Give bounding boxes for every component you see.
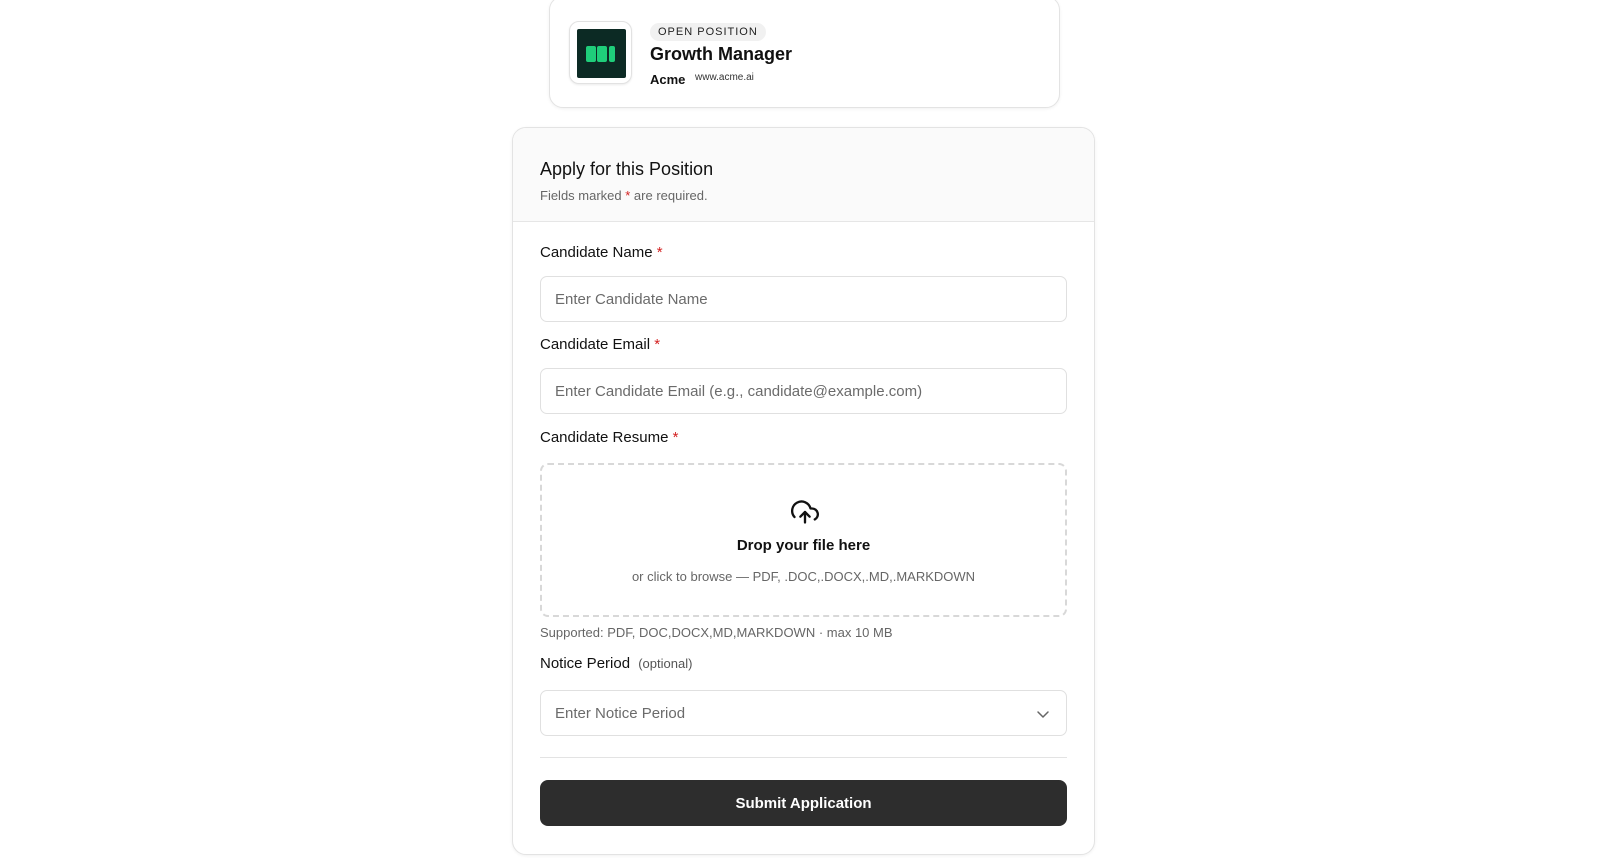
- application-form-card: Apply for this Position Fields marked * …: [512, 127, 1095, 855]
- candidate-email-input[interactable]: [540, 368, 1067, 414]
- company-logo-icon: [577, 29, 626, 78]
- candidate-email-label-text: Candidate Email: [540, 336, 651, 353]
- company-url[interactable]: www.acme.ai: [695, 72, 754, 83]
- form-divider: [540, 757, 1067, 758]
- submit-application-button[interactable]: Submit Application: [540, 780, 1067, 826]
- supported-formats-hint: Supported: PDF, DOC,DOCX,MD,MARKDOWN · m…: [540, 625, 893, 640]
- candidate-name-label-text: Candidate Name: [540, 244, 653, 261]
- candidate-name-input[interactable]: [540, 276, 1067, 322]
- required-marker: *: [672, 429, 679, 446]
- required-marker: *: [654, 336, 661, 353]
- notice-period-label: Notice Period (optional): [540, 655, 692, 672]
- upload-cloud-icon: [791, 500, 819, 524]
- company-logo: [569, 21, 632, 84]
- company-name: Acme: [650, 72, 686, 87]
- candidate-name-label: Candidate Name *: [540, 244, 663, 261]
- dropzone-subtitle: or click to browse — PDF, .DOC,.DOCX,.MD…: [631, 569, 976, 584]
- job-title: Growth Manager: [650, 44, 793, 64]
- dropzone-title: Drop your file here: [736, 537, 871, 554]
- notice-period-select[interactable]: Enter Notice Period: [540, 690, 1067, 736]
- optional-tag: (optional): [638, 656, 693, 671]
- notice-period-placeholder: Enter Notice Period: [555, 705, 686, 722]
- open-position-badge: OPEN POSITION: [650, 23, 766, 41]
- resume-dropzone[interactable]: Drop your file here or click to browse —…: [540, 463, 1067, 617]
- form-title: Apply for this Position: [540, 159, 714, 179]
- job-header-card: OPEN POSITION Growth Manager Acme www.ac…: [549, 0, 1060, 108]
- candidate-resume-label: Candidate Resume *: [540, 429, 678, 446]
- candidate-resume-label-text: Candidate Resume: [540, 429, 669, 446]
- subtitle-prefix: Fields marked: [540, 188, 626, 203]
- notice-period-label-text: Notice Period: [540, 655, 631, 672]
- form-subtitle: Fields marked * are required.: [540, 188, 708, 203]
- chevron-down-icon: [1037, 711, 1049, 718]
- required-marker: *: [656, 244, 663, 261]
- form-header: Apply for this Position Fields marked * …: [513, 128, 1094, 222]
- candidate-email-label: Candidate Email *: [540, 336, 660, 353]
- subtitle-suffix: are required.: [630, 188, 708, 203]
